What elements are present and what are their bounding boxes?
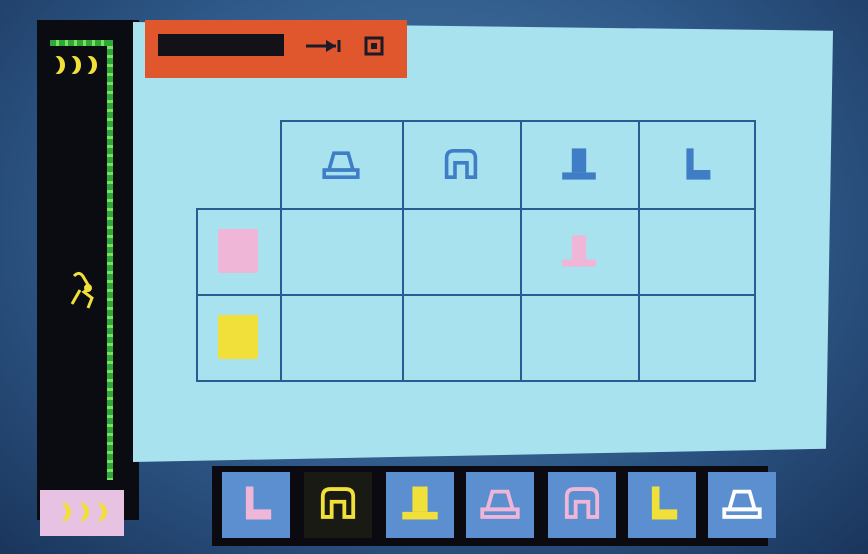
lives-moons	[52, 503, 112, 523]
tile-boot-l[interactable]	[628, 472, 696, 538]
top-hat-icon	[559, 146, 599, 186]
grid-line-v	[754, 120, 756, 382]
grid-line-h	[280, 120, 754, 122]
tile-trapezoid-hat[interactable]	[466, 472, 534, 538]
stop-square-icon[interactable]	[364, 36, 384, 56]
trapezoid-hat-icon	[479, 484, 521, 526]
crescent-moon-icon	[70, 503, 84, 521]
arch-icon	[441, 146, 481, 186]
grid-cell[interactable]	[404, 210, 520, 294]
climber-character-icon	[70, 271, 94, 309]
boot-l-icon	[676, 146, 716, 186]
boot-l-icon	[235, 484, 277, 526]
grid-cell[interactable]	[404, 296, 520, 380]
grid-cell[interactable]	[522, 296, 638, 380]
color-swatch	[218, 229, 258, 273]
crescent-moon-icon	[62, 56, 76, 74]
vine-stem	[107, 40, 113, 480]
crescent-moon-icon	[46, 56, 60, 74]
crescent-moon-icon	[88, 503, 102, 521]
top-hat-icon	[559, 233, 599, 273]
trapezoid-hat-icon	[321, 146, 361, 186]
grid-cell[interactable]	[640, 296, 754, 380]
color-swatch	[218, 315, 258, 359]
lives-panel	[40, 490, 124, 536]
tile-boot-l[interactable]	[222, 472, 290, 538]
arch-icon	[317, 484, 359, 526]
progress-bar-icon	[158, 34, 284, 56]
arch-icon	[561, 484, 603, 526]
trapezoid-hat-icon	[721, 484, 763, 526]
boot-l-icon	[641, 484, 683, 526]
grid-line-v	[196, 208, 198, 382]
vine-top	[50, 40, 112, 46]
arrow-to-line-icon[interactable]	[304, 38, 344, 54]
crescent-moon-icon	[78, 56, 92, 74]
tile-arch[interactable]	[304, 472, 372, 538]
top-hat-icon	[399, 484, 441, 526]
grid-cell[interactable]	[282, 296, 402, 380]
tile-top-hat[interactable]	[386, 472, 454, 538]
tile-arch[interactable]	[548, 472, 616, 538]
grid-cell[interactable]	[282, 210, 402, 294]
tile-trapezoid-hat[interactable]	[708, 472, 776, 538]
crescent-moon-icon	[52, 503, 66, 521]
grid-cell[interactable]	[640, 210, 754, 294]
